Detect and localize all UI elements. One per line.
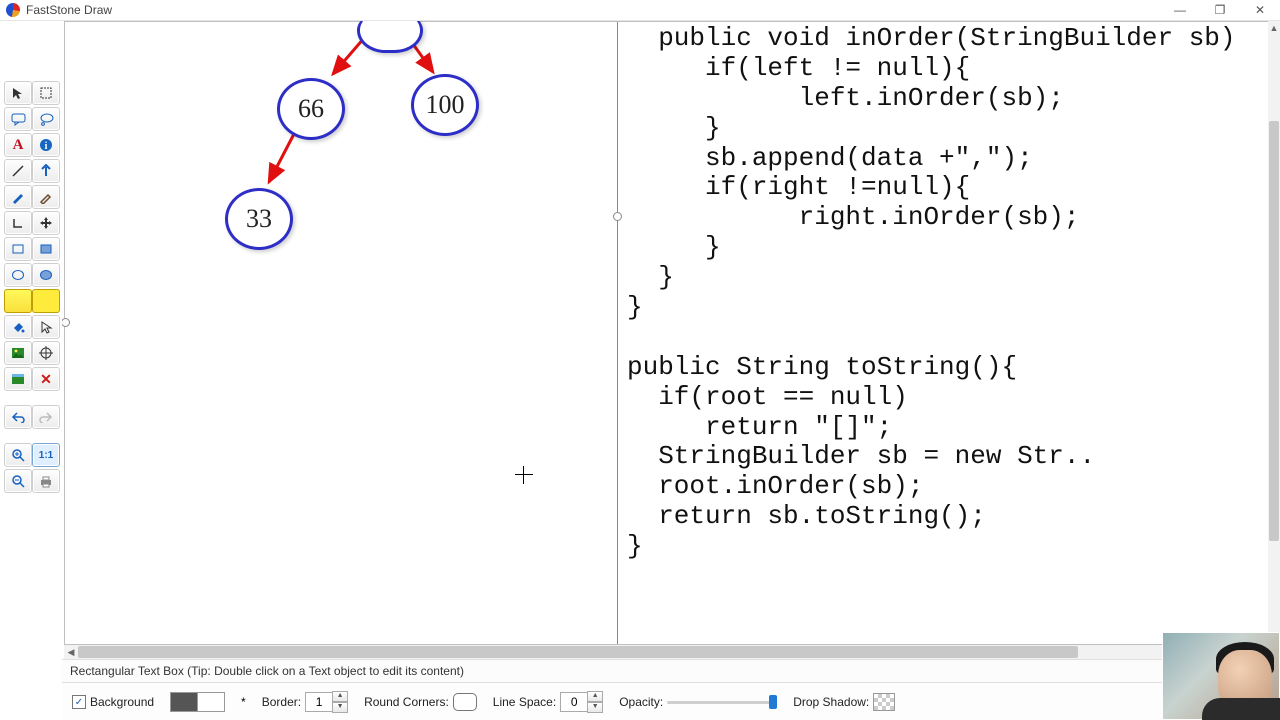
border-input[interactable] xyxy=(305,692,333,712)
dropshadow-option: Drop Shadow: xyxy=(793,693,895,711)
pencil-tool[interactable] xyxy=(32,185,60,209)
options-bar: ✓ Background * Border: ▲▼ Round Corners:… xyxy=(62,682,1280,720)
redo-tool[interactable] xyxy=(32,405,60,429)
canvas[interactable]: 66 100 33 public void inOrder(StringBuil… xyxy=(64,21,1270,645)
ellipse-tool[interactable] xyxy=(4,263,32,287)
text-tool[interactable]: A xyxy=(4,133,32,157)
close-button[interactable]: ✕ xyxy=(1240,0,1280,20)
status-bar: Rectangular Text Box (Tip: Double click … xyxy=(62,659,1280,682)
zoom-out-tool[interactable] xyxy=(4,469,32,493)
border-option: Border: ▲▼ xyxy=(262,691,348,713)
bg-star: * xyxy=(241,695,246,709)
lshape-tool[interactable] xyxy=(4,211,32,235)
linespace-up[interactable]: ▲ xyxy=(587,691,603,702)
background-swatch[interactable] xyxy=(170,692,225,712)
hscroll-thumb[interactable] xyxy=(78,646,1078,658)
scroll-left-icon[interactable]: ◀ xyxy=(64,645,78,659)
scroll-up-icon[interactable]: ▲ xyxy=(1268,21,1280,35)
code-panel: public void inOrder(StringBuilder sb) if… xyxy=(621,22,1269,644)
app-title: FastStone Draw xyxy=(26,0,112,20)
undo-tool[interactable] xyxy=(4,405,32,429)
vscroll-thumb[interactable] xyxy=(1269,121,1279,541)
background-label: Background xyxy=(90,695,154,709)
highlight-fill-tool[interactable] xyxy=(32,289,60,313)
webcam-overlay xyxy=(1162,632,1280,720)
round-corners-option: Round Corners: xyxy=(364,693,477,711)
line-tool[interactable] xyxy=(4,159,32,183)
marquee-tool[interactable] xyxy=(32,81,60,105)
background-option[interactable]: ✓ Background xyxy=(72,695,154,709)
thought-bubble-tool[interactable] xyxy=(32,107,60,131)
arrow-tool[interactable] xyxy=(32,159,60,183)
opacity-option: Opacity: xyxy=(619,694,777,710)
round-corners-swatch[interactable] xyxy=(453,693,477,711)
app-icon xyxy=(6,3,20,17)
ellipse-fill-tool[interactable] xyxy=(32,263,60,287)
svg-text:i: i xyxy=(45,141,48,152)
tool-palette: Ai ✕ 1:1 xyxy=(0,21,62,720)
select-tool[interactable] xyxy=(4,81,32,105)
dropshadow-swatch[interactable] xyxy=(873,693,895,711)
tree-node-66: 66 xyxy=(277,78,345,140)
opacity-slider[interactable] xyxy=(667,694,777,710)
maximize-button[interactable]: ❐ xyxy=(1200,0,1240,20)
vertical-scrollbar[interactable]: ▲ ▼ xyxy=(1268,21,1280,645)
border-up[interactable]: ▲ xyxy=(332,691,348,702)
bucket-tool[interactable] xyxy=(4,315,32,339)
tree-node-33: 33 xyxy=(225,188,293,250)
print-tool[interactable] xyxy=(32,469,60,493)
move-tool[interactable] xyxy=(32,211,60,235)
pen-tool[interactable] xyxy=(4,185,32,209)
title-bar: FastStone Draw — ❐ ✕ xyxy=(0,0,1280,21)
border-down[interactable]: ▼ xyxy=(332,702,348,713)
linespace-option: Line Space: ▲▼ xyxy=(493,691,603,713)
speech-bubble-tool[interactable] xyxy=(4,107,32,131)
split-divider[interactable] xyxy=(617,22,618,644)
info-tool[interactable]: i xyxy=(32,133,60,157)
pointer-tool[interactable] xyxy=(32,315,60,339)
background-checkbox[interactable]: ✓ xyxy=(72,695,86,709)
rect-fill-tool[interactable] xyxy=(32,237,60,261)
linespace-input[interactable] xyxy=(560,692,588,712)
image-tool[interactable] xyxy=(4,341,32,365)
tree-node-100: 100 xyxy=(411,74,479,136)
target-tool[interactable] xyxy=(32,341,60,365)
crosshair-cursor xyxy=(515,466,533,484)
delete-tool[interactable]: ✕ xyxy=(32,367,60,391)
scale-11-tool[interactable]: 1:1 xyxy=(32,443,60,467)
minimize-button[interactable]: — xyxy=(1160,0,1200,20)
palette-tool[interactable] xyxy=(4,367,32,391)
horizontal-scrollbar[interactable]: ◀ ▶ xyxy=(64,645,1270,659)
linespace-down[interactable]: ▼ xyxy=(587,702,603,713)
rect-tool[interactable] xyxy=(4,237,32,261)
canvas-area[interactable]: 66 100 33 public void inOrder(StringBuil… xyxy=(62,21,1280,659)
highlight-tool[interactable] xyxy=(4,289,32,313)
zoom-in-tool[interactable] xyxy=(4,443,32,467)
